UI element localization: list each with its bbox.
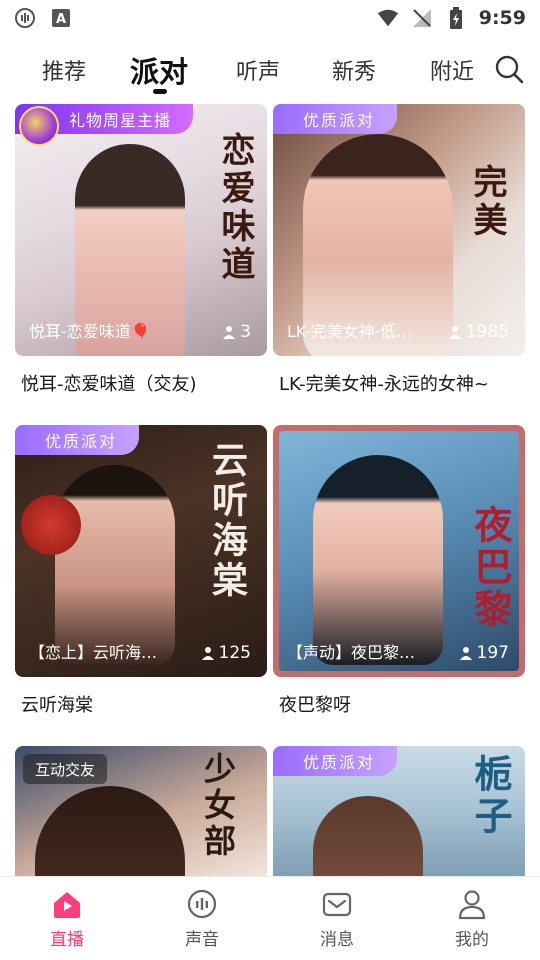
live-home-icon	[54, 892, 80, 918]
room-title[interactable]: 云听海棠	[21, 691, 93, 717]
battery-icon	[445, 7, 467, 29]
person-icon	[459, 647, 472, 660]
status-bar: A 9:59	[0, 0, 540, 36]
tab-listen[interactable]: 听声	[236, 54, 280, 86]
listener-count-value: 1985	[465, 322, 509, 342]
tab-nearby[interactable]: 附近	[430, 54, 474, 86]
badge-label: 礼物周星主播	[69, 111, 172, 130]
person-icon	[201, 647, 214, 660]
wifi-icon	[377, 7, 399, 29]
room-cover[interactable]: 恋爱味道 礼物周星主播 悦耳-恋爱味道🎈 3	[15, 104, 267, 356]
voice-assistant-icon	[14, 7, 36, 29]
room-title[interactable]: 悦耳-恋爱味道（交友)	[21, 370, 197, 396]
nav-label: 消息	[320, 930, 354, 950]
nav-voice[interactable]: 声音	[162, 887, 242, 950]
listener-count-value: 3	[240, 322, 251, 342]
badge-label: 互动交友	[35, 760, 96, 779]
gift-medal-icon	[19, 106, 59, 146]
nav-live[interactable]: 直播	[27, 887, 107, 950]
nav-label: 我的	[455, 930, 489, 950]
message-icon	[322, 892, 352, 917]
room-cover[interactable]: 完美 优质派对 LK-完美女神-低… 1985	[273, 104, 525, 356]
cover-calligraphy: 少女部	[199, 752, 237, 860]
room-cover[interactable]: 夜巴黎 【声动】夜巴黎… 197	[273, 425, 525, 677]
profile-icon	[458, 890, 486, 920]
nav-label: 声音	[185, 930, 219, 950]
cover-calligraphy: 完美	[467, 164, 507, 240]
tab-party[interactable]: 派对	[130, 49, 188, 91]
text-icon: A	[50, 7, 72, 29]
cover-calligraphy: 恋爱味道	[215, 132, 255, 284]
cover-calligraphy: 云听海棠	[206, 441, 248, 601]
bottom-nav: 直播 声音 消息 我的	[0, 876, 540, 960]
room-cover-name: 悦耳-恋爱味道🎈	[29, 322, 151, 341]
badge-label: 优质派对	[303, 753, 376, 772]
person-icon	[223, 326, 236, 339]
nav-messages[interactable]: 消息	[297, 887, 377, 950]
room-cover[interactable]: 栀子 优质派对	[273, 746, 525, 876]
listener-count-value: 125	[218, 643, 251, 663]
portrait-figure	[313, 455, 443, 665]
person-icon	[448, 326, 461, 339]
no-signal-icon	[411, 7, 433, 29]
search-icon[interactable]	[494, 54, 526, 86]
tab-newcomers[interactable]: 新秀	[332, 54, 376, 86]
voice-icon	[187, 889, 217, 919]
portrait-figure	[313, 796, 423, 876]
portrait-figure	[55, 465, 175, 665]
top-tab-bar: 推荐 派对 听声 新秀 附近	[0, 44, 540, 96]
listener-count: 3	[222, 322, 251, 342]
nav-profile[interactable]: 我的	[432, 887, 512, 950]
room-cover-name: LK-完美女神-低…	[287, 322, 413, 341]
room-cover[interactable]: 云听海棠 优质派对 【恋上】云听海… 125	[15, 425, 267, 677]
cover-calligraphy: 夜巴黎	[468, 505, 513, 631]
room-cover[interactable]: 少女部 互动交友	[15, 746, 267, 876]
listener-count: 125	[201, 643, 251, 663]
listener-count: 197	[459, 643, 509, 663]
cover-calligraphy: 栀子	[468, 754, 513, 838]
active-tab-indicator	[153, 89, 167, 94]
listener-count-value: 197	[476, 643, 509, 663]
nav-label: 直播	[50, 930, 84, 950]
status-badge: 优质派对	[15, 425, 140, 455]
room-title[interactable]: 夜巴黎呀	[279, 691, 351, 717]
status-badge: 优质派对	[273, 104, 398, 134]
room-cover-name: 【声动】夜巴黎…	[287, 643, 416, 662]
badge-label: 优质派对	[45, 432, 118, 451]
portrait-figure	[35, 786, 185, 876]
badge-label: 优质派对	[303, 111, 376, 130]
room-cover-name: 【恋上】云听海…	[29, 643, 158, 662]
tab-recommend[interactable]: 推荐	[42, 54, 86, 86]
room-title[interactable]: LK-完美女神-永远的女神~	[279, 370, 489, 396]
status-badge: 优质派对	[273, 746, 398, 776]
listener-count: 1985	[448, 322, 509, 342]
status-badge: 互动交友	[23, 754, 108, 784]
rose-image	[21, 495, 81, 555]
status-time: 9:59	[478, 7, 526, 29]
svg-text:A: A	[56, 12, 66, 27]
